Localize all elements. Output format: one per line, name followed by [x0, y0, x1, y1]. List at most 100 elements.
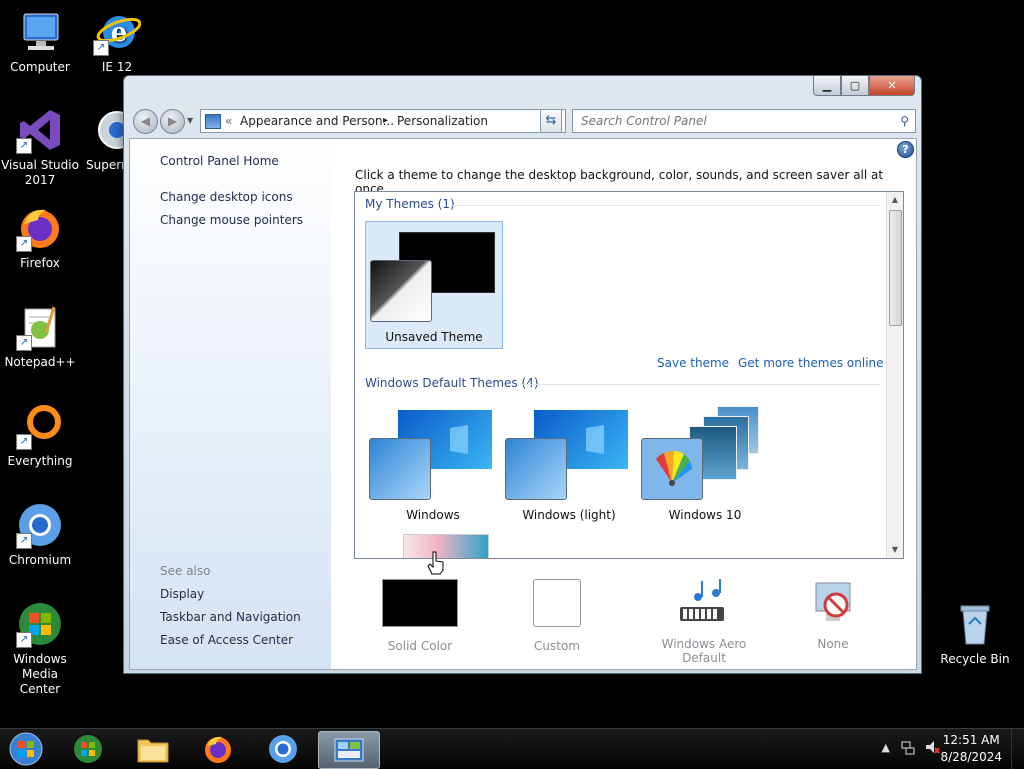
- breadcrumb-separator[interactable]: ▸: [383, 110, 388, 132]
- navigation-bar: ◀ ▶ ▼ « Appearance and Person... ▸ Perso…: [130, 106, 916, 134]
- desktop-icon-chromium[interactable]: ↗ Chromium: [0, 501, 80, 568]
- help-icon[interactable]: ?: [897, 141, 914, 158]
- theme-list: My Themes (1) Unsaved Theme Save theme G…: [354, 191, 904, 559]
- clock-time: 12:51 AM: [942, 733, 1000, 747]
- change-mouse-pointers-link[interactable]: Change mouse pointers: [160, 213, 303, 227]
- shortcut-arrow-icon: ↗: [16, 335, 32, 351]
- desktop-icon-superm[interactable]: Superm: [77, 106, 123, 173]
- chromium-icon: [269, 735, 297, 763]
- desktop-icon-windows-media-center[interactable]: ↗ Windows Media Center: [0, 600, 80, 697]
- taskbar-clock[interactable]: 12:51 AM 8/28/2024: [940, 732, 1002, 766]
- setting-label: Solid Color: [387, 639, 453, 653]
- volume-muted-icon[interactable]: [924, 739, 940, 758]
- window-content: Control Panel Home Change desktop icons …: [129, 138, 917, 670]
- music-notes-icon: [676, 579, 732, 629]
- show-desktop-button[interactable]: [1011, 729, 1024, 769]
- theme-label: Windows: [406, 508, 460, 522]
- superm-icon: [93, 106, 123, 154]
- color-fan-icon: [641, 438, 703, 500]
- close-button[interactable]: ✕: [869, 76, 915, 96]
- back-button[interactable]: ◀: [133, 109, 158, 134]
- desktop-background-setting[interactable]: Solid Color: [365, 575, 475, 653]
- desktop-icon-firefox[interactable]: ↗ Firefox: [0, 204, 80, 271]
- change-desktop-icons-link[interactable]: Change desktop icons: [160, 190, 293, 204]
- recycle-bin-icon: [951, 600, 999, 648]
- solid-color-swatch: [382, 579, 458, 627]
- breadcrumb-personalization[interactable]: Personalization: [397, 110, 488, 132]
- recent-pages-dropdown[interactable]: ▼: [187, 116, 193, 125]
- chromium-icon: ↗: [16, 501, 64, 549]
- address-bar[interactable]: « Appearance and Person... ▸ Personaliza…: [200, 109, 566, 133]
- refresh-button[interactable]: ⇆: [540, 109, 562, 133]
- save-theme-link[interactable]: Save theme: [657, 356, 729, 370]
- sounds-setting[interactable]: Windows Aero Default: [639, 575, 769, 665]
- firefox-icon: [205, 736, 231, 763]
- internet-explorer-icon: e ↗: [93, 8, 142, 56]
- breadcrumb-appearance[interactable]: Appearance and Person...: [240, 110, 394, 132]
- taskbar-navigation-link[interactable]: Taskbar and Navigation: [160, 610, 301, 624]
- control-panel-home-link[interactable]: Control Panel Home: [160, 154, 279, 168]
- windows-media-center-icon: [74, 735, 102, 763]
- taskbar: ▲ 12:51 AM 8/28/2024: [0, 728, 1024, 769]
- setting-label: Windows Aero Default: [661, 637, 747, 665]
- desktop-icon-notepad-plus-plus[interactable]: ↗ Notepad++: [0, 303, 80, 370]
- network-icon[interactable]: [900, 739, 916, 758]
- search-input[interactable]: [579, 113, 883, 129]
- theme-label: Windows 10: [668, 508, 742, 522]
- taskbar-media-center[interactable]: [62, 731, 114, 767]
- search-icon[interactable]: ⚲: [900, 110, 909, 132]
- refresh-icon: ⇆: [545, 113, 557, 128]
- display-link[interactable]: Display: [160, 587, 204, 601]
- control-panel-icon: [205, 114, 221, 129]
- ease-of-access-link[interactable]: Ease of Access Center: [160, 633, 293, 647]
- start-button[interactable]: [0, 731, 52, 767]
- theme-windows-10[interactable]: Windows 10: [637, 400, 773, 526]
- screen-saver-setting[interactable]: None: [778, 575, 888, 651]
- no-screensaver-icon: [808, 579, 858, 629]
- everything-icon: ↗: [16, 402, 64, 450]
- desktop-icon-computer[interactable]: Computer: [0, 8, 80, 75]
- theme-color-thumbnail: [505, 438, 567, 500]
- search-box[interactable]: ⚲: [572, 109, 916, 133]
- visual-studio-icon: ↗: [16, 106, 64, 154]
- windows-media-center-icon: ↗: [16, 600, 64, 648]
- setting-label: Custom: [534, 639, 580, 653]
- firefox-icon: ↗: [16, 204, 64, 252]
- desktop-icon-visual-studio[interactable]: ↗ Visual Studio 2017: [0, 106, 80, 188]
- theme-list-scrollbar[interactable]: ▲ ▼: [886, 192, 903, 558]
- taskbar-chromium[interactable]: [257, 731, 309, 767]
- desktop-icon-everything[interactable]: ↗ Everything: [0, 402, 80, 469]
- shortcut-arrow-icon: ↗: [93, 40, 109, 56]
- taskbar-firefox[interactable]: [192, 731, 244, 767]
- maximize-button[interactable]: ▢: [841, 76, 869, 96]
- hand-cursor-icon: [426, 550, 446, 580]
- section-divider: [520, 384, 880, 385]
- theme-windows[interactable]: Windows: [365, 400, 501, 526]
- personalization-window[interactable]: ▁ ▢ ✕ ◀ ▶ ▼ « Appearance and Person... ▸…: [123, 75, 922, 674]
- scroll-up-arrow-icon[interactable]: ▲: [887, 192, 903, 208]
- address-prefix: «: [225, 114, 233, 128]
- desktop-icon-ie[interactable]: e ↗ IE 12: [77, 8, 157, 75]
- minimize-button[interactable]: ▁: [813, 76, 841, 96]
- computer-icon: [16, 8, 64, 56]
- get-more-themes-link[interactable]: Get more themes online: [738, 356, 884, 370]
- task-pane: Control Panel Home Change desktop icons …: [130, 139, 331, 669]
- theme-windows-light[interactable]: Windows (light): [501, 400, 637, 526]
- caption-buttons: ▁ ▢ ✕: [813, 76, 915, 96]
- shortcut-arrow-icon: ↗: [16, 138, 32, 154]
- taskbar-explorer[interactable]: [127, 731, 179, 767]
- theme-unsaved[interactable]: Unsaved Theme: [365, 221, 503, 349]
- scroll-down-arrow-icon[interactable]: ▼: [887, 542, 903, 558]
- theme-settings-bar: Solid Color Custom Windows Aero Default …: [354, 575, 902, 665]
- theme-background-thumbnail: [403, 534, 489, 558]
- scrollbar-thumb[interactable]: [889, 210, 902, 326]
- theme-color-thumbnail: [369, 438, 431, 500]
- desktop-icon-recycle-bin[interactable]: Recycle Bin: [935, 600, 1015, 667]
- show-hidden-icons-button[interactable]: ▲: [882, 741, 890, 754]
- shortcut-arrow-icon: ↗: [16, 434, 32, 450]
- custom-color-swatch: [533, 579, 581, 627]
- shortcut-arrow-icon: ↗: [16, 236, 32, 252]
- forward-button[interactable]: ▶: [160, 109, 185, 134]
- taskbar-control-panel[interactable]: [318, 731, 380, 769]
- window-color-setting[interactable]: Custom: [502, 575, 612, 653]
